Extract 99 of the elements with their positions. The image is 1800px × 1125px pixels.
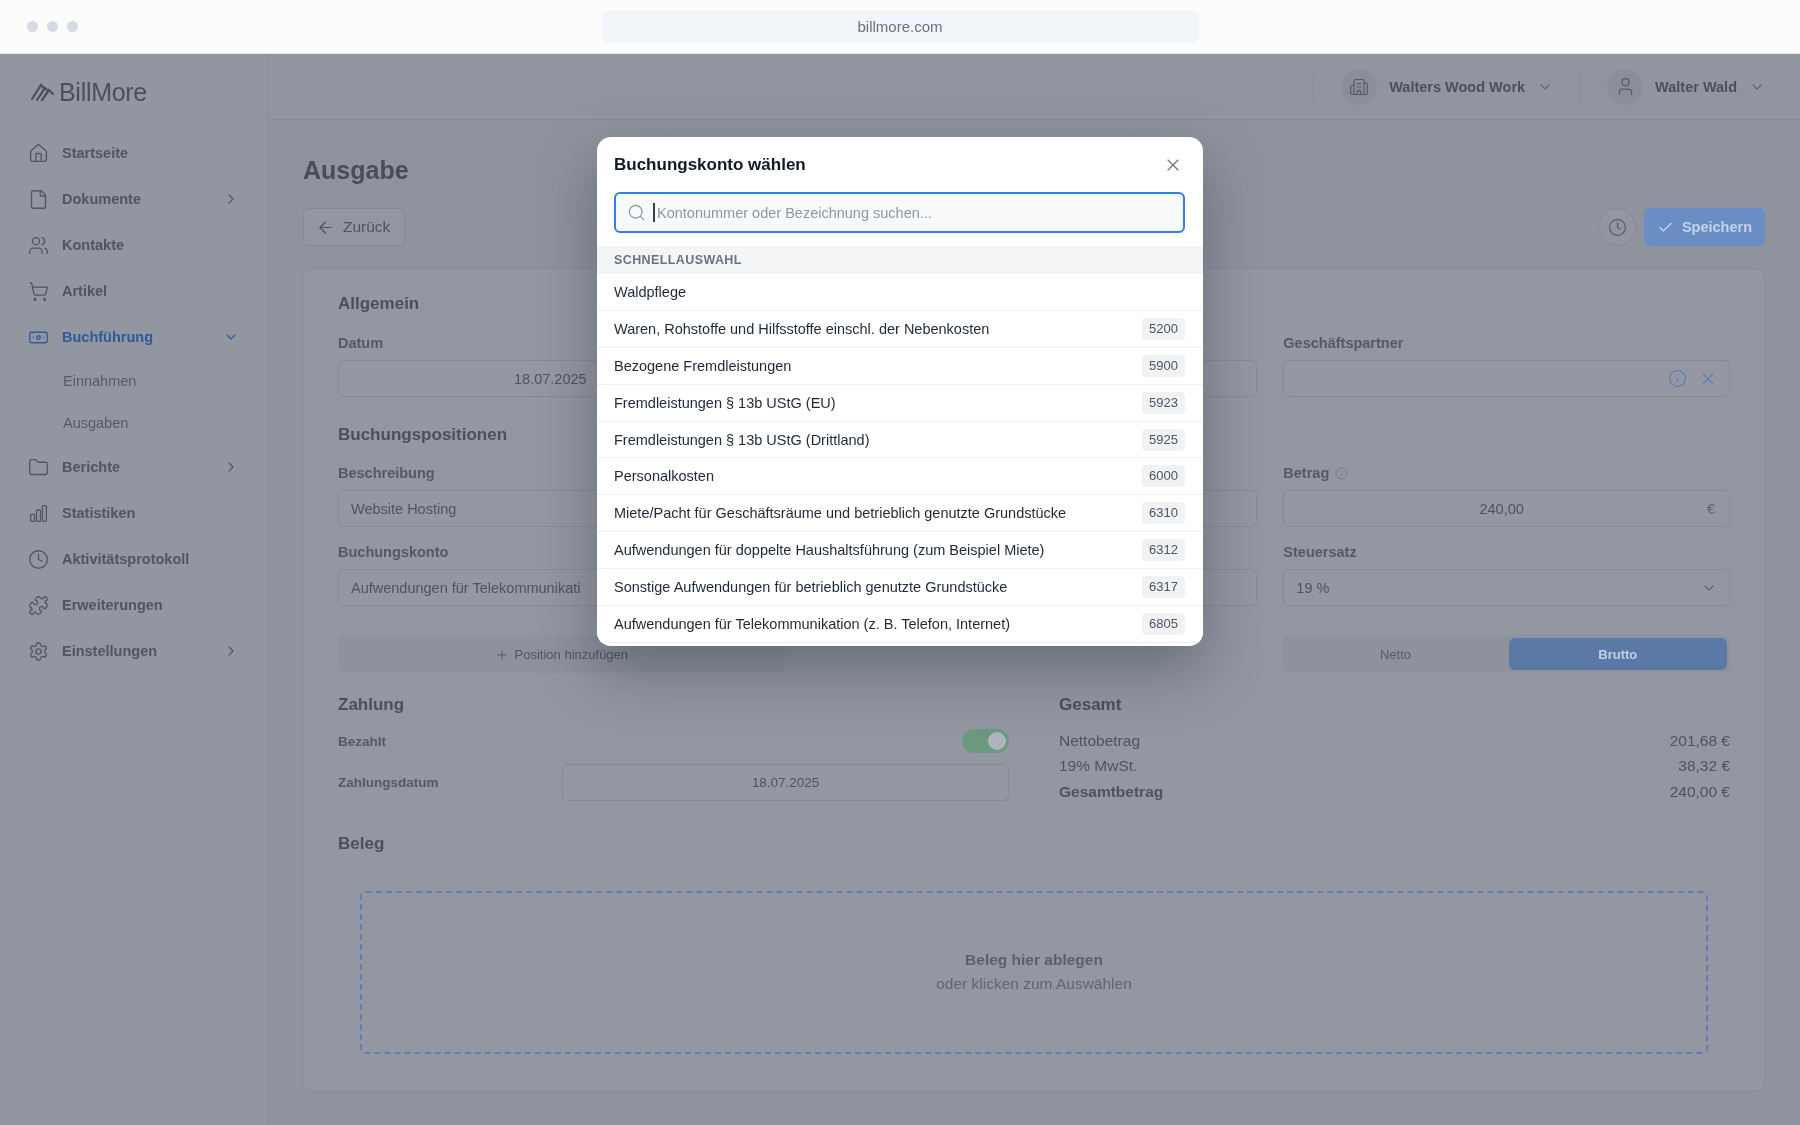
segment-button[interactable]: Netto	[1286, 638, 1505, 670]
account-number: 6000	[1142, 465, 1185, 488]
house-icon	[28, 142, 49, 164]
nav-item[interactable]: Aktivitätsprotokoll	[0, 536, 267, 582]
info-icon[interactable]	[1668, 369, 1687, 388]
nav-label: Buchführung	[62, 329, 154, 345]
nav-item[interactable]: Buchführung	[0, 314, 267, 360]
nav-item[interactable]: Statistiken	[0, 490, 267, 536]
tax-rate-select[interactable]: 19 %	[1283, 569, 1730, 606]
account-option[interactable]: Miete/Pacht für Geschäftsräume und betrieblich genutzte Grundstücke 6310	[597, 495, 1203, 533]
nav-item[interactable]: Artikel	[0, 268, 267, 314]
account-option[interactable]: Fremdleistungen § 13b UStG (Drittland) 5925	[597, 421, 1203, 459]
modal-title: Buchungskonto wählen	[614, 154, 806, 176]
section-heading: Gesamt	[1059, 694, 1122, 716]
settings-icon	[28, 640, 49, 662]
field-label: Beschreibung	[338, 465, 435, 481]
section-heading: Allgemein	[338, 293, 420, 315]
list-section-header: SCHNELLAUSWAHL	[597, 246, 1203, 274]
text-cursor-icon	[653, 203, 655, 222]
account-option[interactable]: Personalkosten 6000	[597, 458, 1203, 496]
nav-item[interactable]: Berichte	[0, 444, 267, 490]
account-number: 5900	[1142, 354, 1185, 377]
account-number: 6310	[1142, 502, 1185, 525]
save-button[interactable]: Speichern	[1644, 208, 1765, 246]
section-heading: Beleg	[338, 832, 385, 855]
page-title: Ausgabe	[303, 155, 409, 185]
nav-label: Berichte	[62, 459, 122, 475]
account-number: 6805	[1142, 612, 1185, 635]
total-value: 240,00 €	[1669, 782, 1730, 801]
nav-label: Startseite	[62, 145, 130, 161]
total-value: 201,68 €	[1669, 731, 1730, 750]
section-heading: Buchungspositionen	[338, 424, 508, 446]
section-heading: Zahlung	[338, 694, 405, 716]
field-label: Buchungskonto	[338, 544, 449, 560]
nav-subitem[interactable]: Ausgaben	[0, 402, 267, 444]
nav-item[interactable]: Startseite	[0, 130, 267, 176]
nav-item[interactable]: Kontakte	[0, 222, 267, 268]
nav-label: Erweiterungen	[62, 597, 164, 613]
nav-label: Dokumente	[62, 191, 142, 207]
address-bar[interactable]: billmore.com	[601, 10, 1199, 43]
field-label: Geschäftspartner	[1283, 335, 1404, 351]
user-menu[interactable]: Walter Wald	[1607, 68, 1765, 105]
folder-icon	[28, 456, 49, 478]
nav-item[interactable]: Erweiterungen	[0, 582, 267, 628]
nav-item[interactable]: Dokumente	[0, 176, 267, 222]
logo-icon	[30, 82, 56, 102]
account-option[interactable]: Aufwendungen für Telekommunikation (z. B. Telefon, Internet) 6805	[597, 606, 1203, 643]
nav-label: Einstellungen	[62, 643, 159, 659]
field-label: Betrag	[1283, 465, 1330, 481]
total-label: Nettobetrag	[1059, 731, 1140, 750]
company-switcher[interactable]: Walters Wood Work	[1341, 68, 1554, 105]
account-option[interactable]: Waldpflege	[597, 274, 1203, 311]
window-control-icon[interactable]	[67, 21, 78, 32]
account-option[interactable]: Aufwendungen für doppelte Haushaltsführung (zum Beispiel Miete) 6312	[597, 532, 1203, 570]
nav-item[interactable]: Einstellungen	[0, 628, 267, 674]
nav-label: Kontakte	[62, 237, 126, 253]
info-icon	[1335, 466, 1349, 480]
clock-icon	[28, 548, 49, 570]
window-control-icon[interactable]	[47, 21, 58, 32]
brand-name: BillMore	[59, 77, 147, 107]
nav-subitem[interactable]: Einnahmen	[0, 360, 267, 402]
account-option[interactable]: Waren, Rohstoffe und Hilfsstoffe einschl. der Nebenkosten 5200	[597, 310, 1203, 348]
account-number: 5200	[1142, 317, 1185, 340]
bar-chart-icon	[28, 502, 49, 524]
search-field[interactable]: Kontonummer oder Bezeichnung suchen...	[614, 192, 1185, 233]
total-label: 19% MwSt.	[1059, 757, 1138, 776]
nav-label: Statistiken	[62, 505, 137, 521]
nav-label: Artikel	[62, 283, 109, 299]
segment-button[interactable]: Brutto	[1508, 638, 1727, 670]
account-number: 6312	[1142, 539, 1185, 562]
search-icon	[627, 203, 646, 222]
field-label: Datum	[338, 335, 384, 351]
field-label: Steuersatz	[1283, 544, 1357, 560]
users-icon	[28, 234, 49, 256]
clock-icon	[1607, 217, 1627, 237]
account-number: 6317	[1142, 576, 1185, 599]
account-number: 5925	[1142, 428, 1185, 451]
field-label: Zahlungsdatum	[338, 775, 440, 790]
account-option[interactable]: Bezogene Fremdleistungen 5900	[597, 347, 1203, 385]
toggle-switch[interactable]	[962, 729, 1009, 753]
account-number: 5923	[1142, 391, 1185, 414]
partner-field[interactable]	[1283, 360, 1730, 397]
account-option[interactable]: Sonstige Aufwendungen für betrieblich genutzte Grundstücke 6317	[597, 569, 1203, 606]
cart-icon	[28, 280, 49, 302]
window-control-icon[interactable]	[27, 21, 38, 32]
account-option[interactable]: Fremdleistungen § 13b UStG (EU) 5923	[597, 384, 1203, 422]
history-button[interactable]	[1598, 208, 1636, 246]
currency-symbol: €	[1706, 500, 1715, 517]
document-icon	[28, 188, 49, 210]
dropzone-title: Beleg hier ablegen	[965, 951, 1103, 969]
amount-field[interactable]: 240,00 €	[1283, 490, 1730, 527]
puzzle-icon	[28, 594, 49, 616]
plus-icon	[494, 647, 509, 662]
field-label: Bezahlt	[338, 733, 386, 749]
total-label: Gesamtbetrag	[1059, 782, 1164, 801]
date-field[interactable]: 18.07.2025	[562, 764, 1009, 801]
back-button[interactable]: Zurück	[303, 208, 406, 246]
nav-label: Aktivitätsprotokoll	[62, 551, 191, 567]
total-value: 38,32 €	[1678, 757, 1730, 776]
